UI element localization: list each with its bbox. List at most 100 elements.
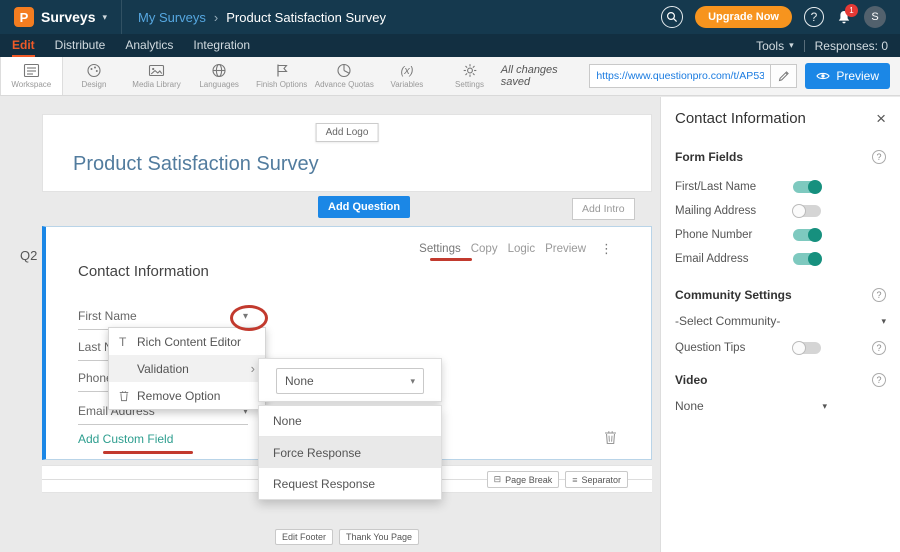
notifications-button[interactable]: 1	[836, 9, 852, 26]
trash-icon	[119, 390, 129, 402]
tab-analytics[interactable]: Analytics	[125, 34, 173, 57]
top-bar: P Surveys ▾ My Surveys › Product Satisfa…	[0, 0, 900, 34]
toggle-knob	[808, 228, 822, 242]
toolbar-item-label: Design	[81, 80, 106, 89]
help-icon[interactable]: ?	[872, 288, 886, 302]
separator-label: Separator	[581, 475, 621, 485]
chevron-right-icon: ›	[251, 361, 255, 376]
option-force-response[interactable]: Force Response	[259, 437, 441, 468]
chevron-down-icon: ▾	[789, 40, 794, 51]
editor-toolbar: Workspace Design Media Library Languages…	[0, 57, 900, 96]
separator-button[interactable]: ≡ Separator	[565, 471, 628, 488]
page-break-button[interactable]: ⊟ Page Break	[487, 471, 560, 488]
nav-right: Tools ▾ Responses: 0	[756, 34, 900, 57]
menu-item-label: Validation	[137, 362, 189, 376]
toolbar-item-media-library[interactable]: Media Library	[125, 57, 188, 95]
add-question-button[interactable]: Add Question	[318, 196, 410, 218]
community-settings-heading: Community Settings	[675, 288, 792, 302]
help-icon[interactable]: ?	[872, 150, 886, 164]
more-options-icon[interactable]: ⋮	[596, 241, 613, 257]
menu-item-rich-content-editor[interactable]: T Rich Content Editor	[109, 328, 265, 355]
option-none[interactable]: None	[259, 406, 441, 437]
app-window: P Surveys ▾ My Surveys › Product Satisfa…	[0, 0, 900, 552]
toggle-label: Mailing Address	[675, 205, 793, 217]
languages-icon	[211, 63, 227, 78]
preview-button[interactable]: Preview	[805, 63, 890, 89]
help-icon[interactable]: ?	[872, 341, 886, 355]
menu-item-label: Rich Content Editor	[137, 335, 241, 349]
question-settings-link[interactable]: Settings	[419, 243, 461, 255]
video-select[interactable]: None ▾	[675, 399, 827, 413]
toolbar-item-finish-options[interactable]: Finish Options	[250, 57, 313, 95]
strip-buttons: ⊟ Page Break ≡ Separator	[487, 471, 628, 488]
delete-question-button[interactable]	[604, 430, 617, 445]
toolbar-item-languages[interactable]: Languages	[188, 57, 251, 95]
add-intro-button[interactable]: Add Intro	[572, 198, 635, 220]
video-heading: Video	[675, 373, 707, 387]
toolbar-item-settings[interactable]: Settings	[438, 57, 501, 95]
thank-you-page-button[interactable]: Thank You Page	[339, 529, 419, 545]
survey-url-input[interactable]	[589, 64, 771, 88]
separator-icon: ≡	[572, 475, 577, 485]
email-address-toggle[interactable]	[793, 253, 821, 265]
validation-select-value: None	[285, 374, 314, 388]
add-logo-button[interactable]: Add Logo	[316, 123, 379, 142]
survey-url-group	[589, 64, 797, 88]
media-library-icon	[148, 63, 165, 78]
tab-distribute[interactable]: Distribute	[55, 34, 106, 57]
upgrade-now-button[interactable]: Upgrade Now	[695, 6, 792, 28]
community-select[interactable]: -Select Community- ▾	[675, 314, 886, 328]
search-icon	[666, 11, 678, 23]
question-tips-toggle[interactable]	[793, 342, 821, 354]
close-icon[interactable]: ×	[876, 110, 886, 127]
eye-icon	[816, 71, 830, 81]
help-icon[interactable]: ?	[872, 373, 886, 387]
toolbar-item-workspace[interactable]: Workspace	[0, 57, 63, 95]
menu-item-validation[interactable]: Validation ›	[109, 355, 265, 382]
phone-number-toggle[interactable]	[793, 229, 821, 241]
validation-options-panel: None Force Response Request Response	[258, 405, 442, 500]
toolbar-item-variables[interactable]: (x) Variables	[376, 57, 439, 95]
sidebar-title: Contact Information	[675, 110, 806, 127]
add-custom-field-link[interactable]: Add Custom Field	[78, 432, 173, 446]
toolbar-item-label: Settings	[455, 80, 484, 89]
chevron-down-icon: ▾	[881, 316, 886, 327]
questionpro-logo: P	[14, 7, 34, 27]
product-switcher[interactable]: P Surveys ▾	[0, 0, 122, 34]
survey-header-card: Add Logo Product Satisfaction Survey	[42, 114, 652, 192]
toolbar-item-advance-quotas[interactable]: Advance Quotas	[313, 57, 376, 95]
edit-url-button[interactable]	[771, 64, 797, 88]
question-logic-link[interactable]: Logic	[508, 243, 536, 255]
validation-select[interactable]: None ▾	[276, 368, 424, 394]
first-last-name-toggle[interactable]	[793, 181, 821, 193]
mailing-address-toggle[interactable]	[793, 205, 821, 217]
preview-label: Preview	[836, 69, 879, 83]
help-button[interactable]: ?	[804, 7, 824, 27]
question-copy-link[interactable]: Copy	[471, 243, 498, 255]
toggle-row-phone-number: Phone Number	[675, 229, 886, 241]
advance-quotas-icon	[336, 63, 352, 78]
community-select-value: -Select Community-	[675, 314, 780, 328]
option-request-response[interactable]: Request Response	[259, 468, 441, 499]
question-preview-link[interactable]: Preview	[545, 243, 586, 255]
edit-footer-button[interactable]: Edit Footer	[275, 529, 333, 545]
question-actions: Settings Copy Logic Preview ⋮	[419, 241, 613, 257]
breadcrumb-my-surveys[interactable]: My Surveys	[138, 10, 206, 25]
top-bar-actions: Upgrade Now ? 1 S	[661, 6, 900, 28]
tab-integration[interactable]: Integration	[193, 34, 250, 57]
tab-edit[interactable]: Edit	[12, 34, 35, 57]
menu-item-label: Remove Option	[137, 389, 220, 403]
toolbar-item-design[interactable]: Design	[63, 57, 126, 95]
user-avatar[interactable]: S	[864, 6, 886, 28]
menu-item-remove-option[interactable]: Remove Option	[109, 382, 265, 409]
text-format-icon: T	[119, 335, 137, 349]
breadcrumb-separator-icon: ›	[214, 10, 218, 25]
toggle-knob	[808, 252, 822, 266]
search-button[interactable]	[661, 6, 683, 28]
tools-menu[interactable]: Tools ▾	[756, 39, 794, 53]
autosave-status: All changes saved	[501, 64, 582, 88]
footer-buttons: Edit Footer Thank You Page	[42, 529, 652, 545]
field-dropdown-icon[interactable]: ▾	[243, 311, 248, 322]
field-context-menu: T Rich Content Editor Validation › Remov…	[108, 327, 266, 410]
video-select-value: None	[675, 399, 704, 413]
